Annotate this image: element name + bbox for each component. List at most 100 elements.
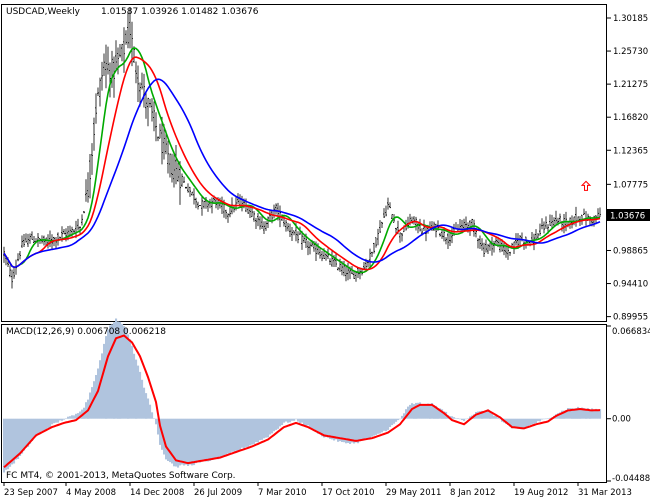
macd-histogram-bar bbox=[279, 418, 282, 427]
x-tick-label: 31 Mar 2013 bbox=[578, 488, 632, 498]
price-y-axis: 1.30185 1.25730 1.21275 1.16820 1.12365 1.077… bbox=[607, 14, 648, 323]
macd-histogram-bar bbox=[255, 418, 258, 443]
macd-histogram-bar bbox=[239, 418, 242, 450]
current-price-label: 1.03676 bbox=[610, 212, 645, 222]
macd-histogram-bar bbox=[257, 418, 260, 443]
macd-histogram-bar bbox=[65, 418, 68, 419]
macd-histogram-bar bbox=[397, 418, 400, 421]
macd-histogram-bar bbox=[289, 418, 292, 423]
macd-histogram-bar bbox=[299, 418, 302, 424]
macd-histogram-bar bbox=[185, 418, 188, 465]
macd-histogram-bar bbox=[281, 418, 284, 425]
macd-histogram-bar bbox=[191, 418, 194, 466]
macd-histogram-bar bbox=[547, 418, 550, 419]
macd-histogram-bar bbox=[169, 418, 172, 463]
macd-histogram-bar bbox=[123, 326, 126, 419]
macd-histogram-bar bbox=[263, 418, 266, 439]
macd-histogram-bar bbox=[105, 336, 108, 419]
macd-histogram-bar bbox=[33, 418, 36, 438]
macd-histogram-bar bbox=[311, 418, 314, 429]
macd-histogram-bar bbox=[377, 418, 380, 434]
x-tick-label: 29 May 2011 bbox=[386, 488, 441, 498]
price-y-tick-label: 1.07775 bbox=[613, 180, 648, 190]
macd-histogram-bar bbox=[3, 418, 6, 473]
macd-histogram-bar bbox=[269, 418, 272, 435]
chart-title: USDCAD,Weekly bbox=[6, 7, 81, 17]
macd-histogram-bar bbox=[307, 418, 310, 426]
x-tick-label: 8 Jan 2012 bbox=[450, 488, 496, 498]
macd-histogram-bar bbox=[111, 324, 114, 419]
macd-histogram-bar bbox=[295, 418, 298, 420]
macd-histogram-bar bbox=[7, 418, 10, 470]
macd-histogram-bar bbox=[285, 418, 288, 422]
macd-histogram-bar bbox=[395, 418, 398, 422]
macd-histogram-bar bbox=[131, 345, 134, 419]
macd-histogram-bar bbox=[355, 418, 358, 443]
macd-histogram-bar bbox=[361, 418, 364, 441]
price-y-tick-label: 1.25730 bbox=[613, 47, 648, 57]
macd-histogram-bar bbox=[467, 418, 470, 419]
macd-histogram-bar bbox=[523, 418, 526, 429]
macd-histogram-bar bbox=[245, 418, 248, 447]
macd-histogram-bar bbox=[235, 418, 238, 451]
macd-histogram-bar bbox=[183, 418, 186, 466]
macd-histogram-bar bbox=[189, 418, 192, 465]
macd-histogram-bar bbox=[103, 343, 106, 419]
x-axis: 23 Sep 2007 4 May 2008 14 Dec 2008 26 Jul 2… bbox=[3, 482, 632, 498]
macd-histogram-bar bbox=[69, 416, 72, 419]
macd-histogram-bar bbox=[17, 418, 20, 459]
macd-histogram-bar bbox=[135, 359, 138, 419]
macd-histogram-bar bbox=[463, 418, 466, 422]
ohlc-values: 1.01587 1.03926 1.01482 1.03676 bbox=[101, 7, 259, 17]
macd-histogram-bar bbox=[253, 418, 256, 444]
macd-histogram-bar bbox=[145, 393, 148, 419]
macd-histogram-bar bbox=[15, 418, 18, 460]
macd-histogram-bar bbox=[227, 418, 230, 454]
macd-histogram-bar bbox=[35, 418, 38, 437]
macd-histogram-bar bbox=[465, 418, 468, 420]
macd-histogram-bar bbox=[223, 418, 226, 457]
x-tick-label: 19 Aug 2012 bbox=[514, 488, 568, 498]
macd-histogram-bar bbox=[399, 418, 402, 420]
x-tick-label: 23 Sep 2007 bbox=[4, 488, 58, 498]
macd-histogram-bar bbox=[197, 418, 200, 463]
macd-histogram-bar bbox=[139, 371, 142, 419]
chart-canvas: 1.30185 1.25730 1.21275 1.16820 1.12365 1.077… bbox=[1, 4, 650, 498]
macd-histogram-bar bbox=[383, 418, 386, 431]
macd-histogram-bar bbox=[275, 418, 278, 430]
copyright-footer: FC MT4, © 2001-2013, MetaQuotes Software… bbox=[6, 471, 236, 481]
macd-histogram-bar bbox=[529, 418, 532, 426]
macd-histogram-bar bbox=[205, 418, 208, 462]
macd-histogram-bar bbox=[25, 418, 28, 448]
macd-histogram-bar bbox=[459, 418, 462, 420]
macd-histogram-bar bbox=[207, 418, 210, 462]
macd-histogram-bar bbox=[219, 418, 222, 457]
macd-histogram-bar bbox=[121, 324, 124, 419]
macd-histogram-bar bbox=[401, 415, 404, 419]
macd-histogram-bar bbox=[305, 418, 308, 426]
price-y-tick-label: 1.16820 bbox=[613, 113, 648, 123]
macd-histogram-bar bbox=[359, 418, 362, 442]
macd-histogram-bar bbox=[213, 418, 216, 459]
x-tick-label: 4 May 2008 bbox=[66, 488, 116, 498]
macd-histogram-bar bbox=[137, 365, 140, 419]
macd-histogram-bar bbox=[315, 418, 318, 431]
price-y-tick-label: 1.30185 bbox=[613, 14, 648, 24]
macd-histogram-bar bbox=[215, 418, 218, 459]
macd-histogram-bar bbox=[267, 418, 270, 438]
macd-histogram-bar bbox=[327, 418, 330, 438]
macd-histogram-bar bbox=[539, 418, 542, 422]
price-y-tick-label: 0.94410 bbox=[613, 280, 648, 290]
macd-histogram-bar bbox=[265, 418, 268, 438]
macd-histogram-bar bbox=[237, 418, 240, 451]
macd-y-axis: 0.066834 0.00 -0.044883 bbox=[607, 325, 650, 484]
macd-histogram-bar bbox=[457, 418, 460, 419]
macd-title: MACD(12,26,9) 0.006708 0.006218 bbox=[6, 327, 166, 337]
macd-histogram-bar bbox=[11, 418, 14, 465]
macd-y-tick-label: 0.00 bbox=[612, 415, 631, 425]
macd-histogram-bar bbox=[393, 418, 396, 424]
macd-histogram-bar bbox=[425, 405, 428, 419]
macd-histogram-bar bbox=[291, 418, 294, 421]
macd-histogram-bar bbox=[453, 417, 456, 419]
macd-histogram-bar bbox=[59, 418, 62, 421]
